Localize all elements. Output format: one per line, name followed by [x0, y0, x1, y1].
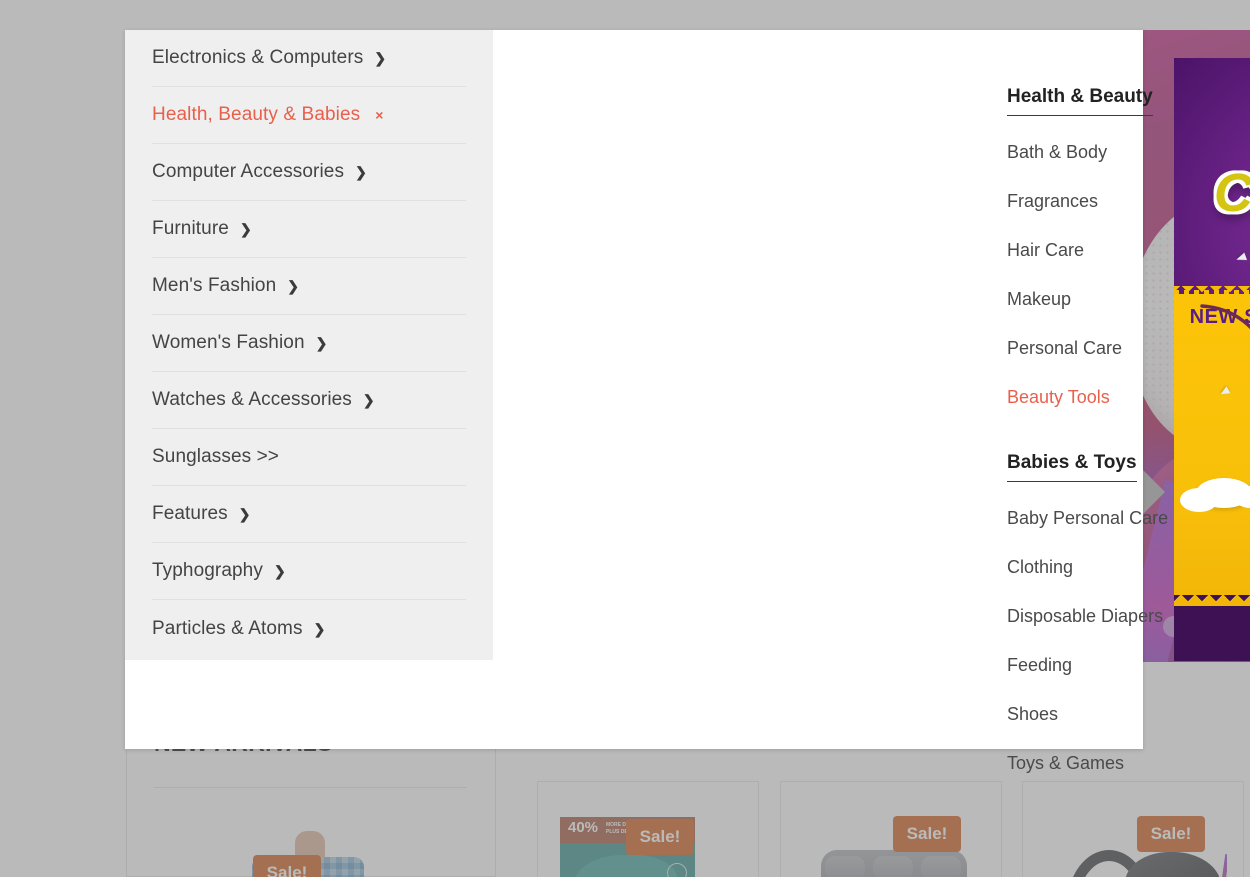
chevron-right-icon: ❯	[315, 335, 328, 351]
menu-item-label: Health, Beauty & Babies	[152, 104, 361, 125]
headset-earcup	[1125, 852, 1221, 877]
submenu-link-toys-games[interactable]: Toys & Games	[1007, 753, 1250, 774]
category-vertical-menu: Electronics & Computers ❯ Health, Beauty…	[125, 30, 493, 660]
chevron-right-icon: ❯	[273, 563, 286, 579]
menu-item-features[interactable]: Features ❯	[152, 486, 466, 543]
sale-badge: Sale!	[893, 816, 961, 852]
menu-item-label: Men's Fashion	[152, 275, 277, 296]
menu-item-label: Particles & Atoms	[152, 617, 303, 639]
promo-banner[interactable]: ★ Mês das Crianças NEW SEASON COLLECTION…	[1174, 58, 1250, 661]
sale-badge: Sale!	[626, 819, 694, 855]
promo-zigzag-top	[1174, 286, 1250, 297]
chevron-right-icon: ❯	[238, 506, 251, 522]
product-card[interactable]	[780, 781, 1002, 877]
product-image-gaming-headset: BOSS	[1059, 848, 1227, 877]
menu-item-label: Typhography	[152, 560, 263, 581]
menu-item-label: Women's Fashion	[152, 332, 305, 353]
promo-logo: ★ Mês das Crianças	[1174, 136, 1250, 220]
menu-item-label: Electronics & Computers	[152, 47, 364, 68]
page-root: NEW ARRIVALS Sale! 40% MORE DIAPERSPLUS …	[0, 0, 1250, 877]
menu-item-label: Features	[152, 503, 228, 524]
submenu-group-heading: Babies & Toys	[1007, 452, 1137, 482]
divider	[154, 787, 467, 788]
sofa-cushion	[873, 856, 913, 877]
close-icon[interactable]: ×	[375, 108, 383, 122]
promo-arrow-left-icon	[1200, 304, 1250, 330]
menu-item-electronics-computers[interactable]: Electronics & Computers ❯	[152, 30, 466, 87]
menu-item-computer-accessories[interactable]: Computer Accessories ❯	[152, 144, 466, 201]
chevron-right-icon: ❯	[374, 50, 387, 66]
box-seal-icon	[667, 863, 687, 877]
submenu-group-heading: Health & Beauty	[1007, 86, 1153, 116]
submenu-panel: Health & Beauty Bath & Body Fragrances H…	[493, 30, 1250, 773]
menu-item-womens-fashion[interactable]: Women's Fashion ❯	[152, 315, 466, 372]
chevron-right-icon: ❯	[362, 392, 375, 408]
headset-cable	[1216, 854, 1227, 877]
menu-item-particles-atoms[interactable]: Particles & Atoms ❯	[152, 600, 466, 657]
product-image-sectional-sofa	[809, 850, 979, 877]
menu-item-watches-accessories[interactable]: Watches & Accessories ❯	[152, 372, 466, 429]
product-image-percent: 40%	[568, 819, 599, 836]
sale-badge: Sale!	[1137, 816, 1205, 852]
cloud-icon	[1180, 478, 1250, 512]
menu-item-label: Computer Accessories	[152, 161, 345, 182]
box-artwork-blob	[574, 855, 678, 877]
promo-logo-line2: Crianças	[1213, 163, 1250, 223]
menu-item-label: Sunglasses >>	[152, 446, 279, 467]
promo-zigzag-bottom	[1174, 595, 1250, 606]
promo-bottom-purple-area	[1174, 606, 1250, 661]
mega-menu-dropdown: Electronics & Computers ❯ Health, Beauty…	[125, 30, 1250, 773]
menu-item-health-beauty-babies[interactable]: Health, Beauty & Babies ×	[152, 87, 466, 144]
menu-item-label: Watches & Accessories	[152, 389, 352, 410]
chevron-right-icon: ❯	[355, 164, 367, 180]
sale-badge: Sale!	[253, 855, 321, 877]
menu-item-typhography[interactable]: Typhography ❯	[152, 543, 466, 600]
menu-item-furniture[interactable]: Furniture ❯	[152, 201, 466, 258]
chevron-right-icon: ❯	[287, 278, 299, 294]
submenu-link-shoes[interactable]: Shoes	[1007, 704, 1250, 725]
menu-item-sunglasses[interactable]: Sunglasses >>	[152, 429, 466, 486]
menu-item-mens-fashion[interactable]: Men's Fashion ❯	[152, 258, 466, 315]
menu-item-label: Furniture	[152, 218, 229, 239]
chevron-right-icon: ❯	[239, 221, 252, 237]
chevron-right-icon: ❯	[313, 620, 326, 637]
sofa-cushion	[825, 856, 865, 877]
sofa-cushion	[921, 856, 961, 877]
